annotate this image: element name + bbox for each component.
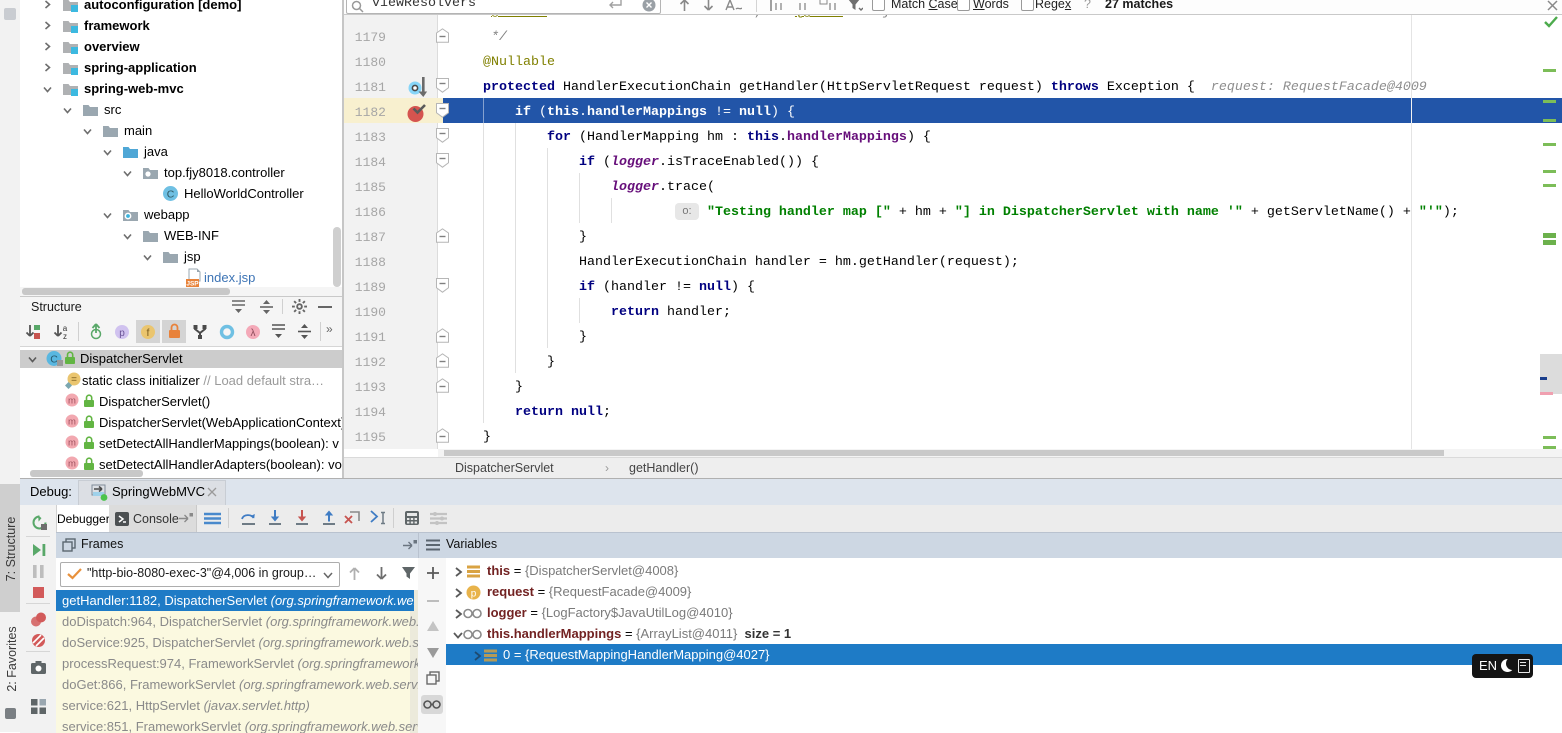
svg-text:m: m: [68, 438, 76, 449]
svg-text:f: f: [147, 327, 150, 339]
svg-text:m: m: [68, 396, 76, 407]
svg-text:m: m: [68, 459, 76, 470]
svg-text:p: p: [471, 589, 477, 600]
svg-text:p: p: [119, 328, 125, 339]
svg-text:JSP: JSP: [186, 280, 199, 287]
svg-text:λ: λ: [251, 328, 256, 339]
svg-text:z: z: [63, 332, 67, 340]
svg-text:=: =: [71, 375, 77, 386]
svg-text:C: C: [167, 188, 175, 200]
svg-text:m: m: [68, 417, 76, 428]
